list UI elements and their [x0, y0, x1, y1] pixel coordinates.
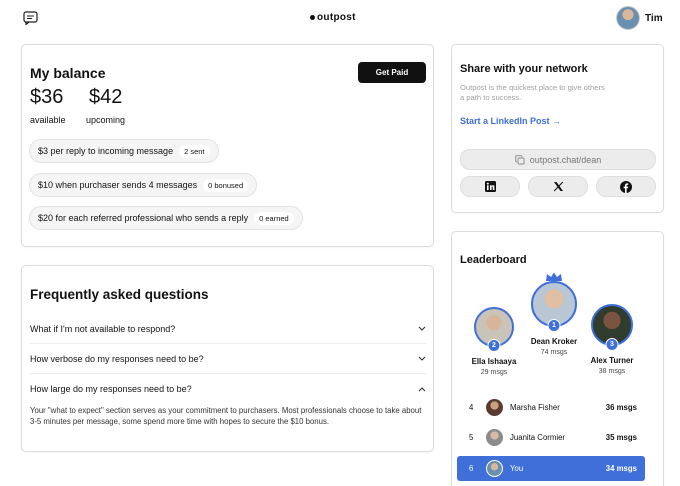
balance-card: My balance Get Paid $36 $42 available up…: [21, 44, 434, 247]
copy-icon: [514, 154, 525, 164]
linkedin-share-button[interactable]: [460, 176, 520, 197]
chevron-down-icon: [418, 356, 426, 361]
balance-title: My balance: [30, 65, 106, 81]
row-msgs: 36 msgs: [605, 403, 637, 412]
podium-name: Alex Turner: [590, 356, 634, 365]
share-title: Share with your network: [460, 63, 588, 75]
facebook-share-button[interactable]: [596, 176, 656, 197]
podium-msgs: 29 msgs: [480, 369, 508, 376]
avatar: [486, 460, 503, 477]
podium-msgs: 38 msgs: [598, 368, 626, 375]
upcoming-label: upcoming: [86, 115, 126, 125]
earning-pill: $3 per reply to incoming message 2 sent: [29, 139, 219, 163]
x-share-button[interactable]: [528, 176, 588, 197]
avatar: [486, 399, 503, 416]
faq-question: What if I'm not available to respond?: [30, 323, 176, 334]
avatar: 2: [474, 307, 514, 352]
earning-badge: 2 sent: [179, 144, 210, 158]
row-msgs: 35 msgs: [605, 433, 637, 442]
row-rank: 5: [469, 433, 474, 442]
rank-badge: 3: [605, 338, 619, 351]
leaderboard-card: Leaderboard 1 Dean Kroker 74 msgs 2 Ella…: [451, 231, 664, 486]
earning-text: $3 per reply to incoming message: [38, 146, 174, 156]
podium-name: Dean Kroker: [530, 337, 578, 346]
avatar: 1: [531, 281, 577, 332]
linkedin-icon: [484, 181, 496, 192]
leaderboard-row-current-user[interactable]: 6 You 34 msgs: [457, 456, 645, 481]
faq-title: Frequently asked questions: [30, 287, 209, 302]
earning-text: $10 when purchaser sends 4 messages: [38, 180, 198, 190]
earning-badge: 0 bonused: [203, 178, 249, 192]
rank-badge: 1: [547, 319, 561, 332]
rank-badge: 2: [487, 339, 501, 352]
get-paid-button[interactable]: Get Paid: [358, 62, 426, 83]
logo-dot-icon: [310, 15, 315, 20]
podium-name: Ella Ishaaya: [471, 357, 517, 366]
logo-text: outpost: [317, 12, 356, 23]
faq-question: How large do my responses need to be?: [30, 384, 192, 394]
avatar[interactable]: [616, 6, 640, 30]
leaderboard-title: Leaderboard: [460, 254, 527, 266]
row-rank: 4: [469, 403, 474, 412]
share-description: Outpost is the quickest place to give ot…: [460, 83, 605, 102]
top-bar: outpost Tim: [0, 0, 680, 38]
user-name: Tim: [645, 12, 663, 24]
chat-icon[interactable]: [23, 11, 38, 25]
chevron-up-icon: [418, 386, 426, 391]
row-name: Juanita Cormier: [510, 433, 566, 442]
row-name: Marsha Fisher: [510, 403, 560, 412]
avatar: [486, 429, 503, 446]
faq-item-expanded[interactable]: How large do my responses need to be?: [30, 374, 426, 404]
earning-pill: $10 when purchaser sends 4 messages 0 bo…: [29, 173, 258, 197]
share-card: Share with your network Outpost is the q…: [451, 44, 664, 213]
row-name: You: [510, 464, 524, 473]
upcoming-amount: $42: [89, 86, 123, 108]
user-menu[interactable]: Tim: [616, 6, 663, 30]
available-label: available: [30, 115, 66, 125]
earning-pill: $20 for each referred professional who s…: [29, 206, 303, 230]
linkedin-post-link[interactable]: Start a LinkedIn Post →: [460, 116, 561, 126]
copy-link-button[interactable]: outpost.chat/dean: [460, 149, 656, 170]
leaderboard-row[interactable]: 4 Marsha Fisher 36 msgs: [457, 395, 645, 420]
faq-item[interactable]: How verbose do my responses need to be?: [30, 344, 426, 374]
chevron-down-icon: [418, 326, 426, 331]
logo[interactable]: outpost: [310, 12, 356, 23]
podium-third[interactable]: 3 Alex Turner 38 msgs: [583, 304, 641, 375]
avatar: 3: [591, 304, 633, 351]
earning-text: $20 for each referred professional who s…: [38, 213, 249, 223]
x-icon: [553, 181, 563, 192]
available-amount: $36: [30, 86, 64, 108]
podium-msgs: 74 msgs: [540, 349, 568, 356]
row-msgs: 34 msgs: [605, 464, 637, 473]
row-rank: 6: [469, 464, 474, 473]
podium-second[interactable]: 2 Ella Ishaaya 29 msgs: [465, 307, 523, 376]
faq-item[interactable]: What if I'm not available to respond?: [30, 314, 426, 344]
faq-question: How verbose do my responses need to be?: [30, 353, 204, 364]
leaderboard-row[interactable]: 5 Juanita Cormier 35 msgs: [457, 425, 645, 450]
faq-answer: Your "what to expect" section serves as …: [30, 406, 422, 426]
share-url: outpost.chat/dean: [529, 154, 602, 165]
podium-first[interactable]: 1 Dean Kroker 74 msgs: [524, 281, 584, 356]
earning-badge: 0 earned: [254, 211, 294, 225]
facebook-icon: [620, 180, 632, 193]
faq-card: Frequently asked questions What if I'm n…: [21, 265, 434, 452]
